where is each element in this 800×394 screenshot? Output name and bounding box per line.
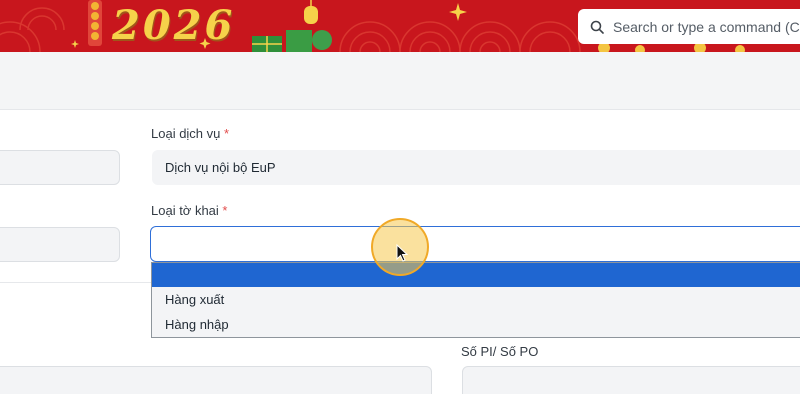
service-type-field[interactable]: Dịch vụ nội bộ EuP xyxy=(152,150,800,185)
mouse-pointer-icon xyxy=(396,244,409,262)
left-field-2[interactable] xyxy=(0,227,120,262)
declaration-type-select[interactable] xyxy=(150,226,800,262)
page-toolbar xyxy=(0,52,800,110)
required-mark: * xyxy=(222,203,228,218)
pi-po-label: Số PI/ Số PO xyxy=(461,344,538,359)
section-divider xyxy=(0,282,152,283)
left-field-1[interactable] xyxy=(0,150,120,185)
option-label: Hàng nhập xyxy=(165,317,229,332)
service-type-value: Dịch vụ nội bộ EuP xyxy=(165,160,276,175)
declaration-type-label-text: Loại tờ khai xyxy=(151,203,219,218)
year-logo: 2026 xyxy=(112,2,236,49)
dropdown-option-empty[interactable] xyxy=(152,263,800,287)
required-mark: * xyxy=(224,126,230,141)
dropdown-option-hang-xuat[interactable]: Hàng xuất xyxy=(152,287,800,312)
declaration-type-label: Loại tờ khai * xyxy=(151,203,227,218)
dropdown-option-hang-nhap[interactable]: Hàng nhập xyxy=(152,312,800,337)
pi-po-field[interactable] xyxy=(462,366,800,394)
service-type-label-text: Loại dịch vụ xyxy=(151,126,221,141)
service-type-label: Loại dịch vụ * xyxy=(151,126,229,141)
declaration-type-dropdown: Hàng xuất Hàng nhập xyxy=(151,262,800,338)
pi-po-label-text: Số PI/ Số PO xyxy=(461,344,539,359)
left-field-3[interactable] xyxy=(0,366,432,394)
search-placeholder: Search or type a command (C xyxy=(613,18,800,35)
search-icon xyxy=(590,20,604,34)
option-label: Hàng xuất xyxy=(165,292,225,307)
header-banner: 2026 Search or type a command (C xyxy=(0,0,800,52)
search-input[interactable]: Search or type a command (C xyxy=(578,9,800,44)
